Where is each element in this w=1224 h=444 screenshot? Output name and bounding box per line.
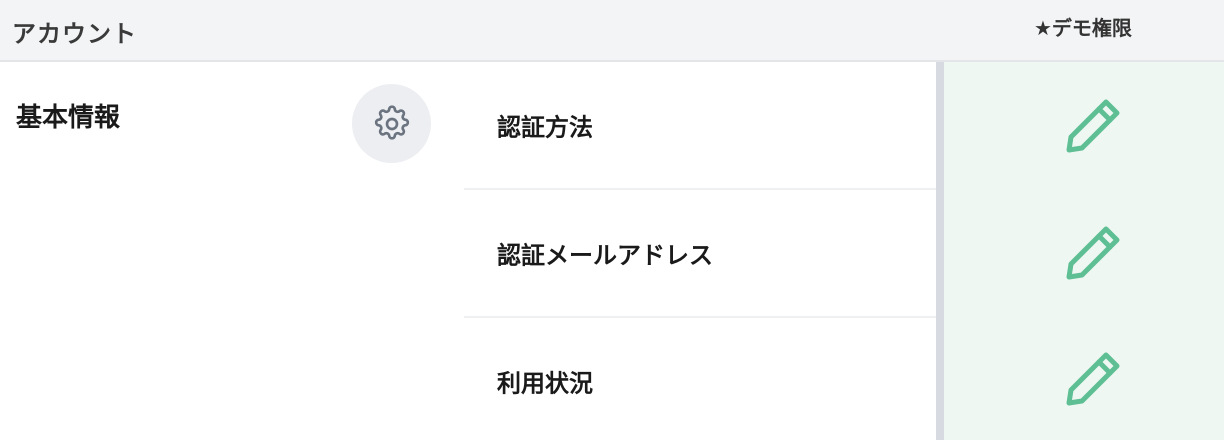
section-label: 基本情報	[16, 103, 121, 133]
page-header: アカウント ★デモ権限	[0, 0, 1224, 62]
permission-column-header: ★デモ権限	[1034, 16, 1132, 40]
column-divider	[936, 62, 944, 440]
list-item: 認証メールアドレス	[464, 190, 936, 316]
list-item: 利用状況	[464, 318, 936, 444]
edit-button[interactable]	[1060, 91, 1128, 159]
edit-button[interactable]	[1060, 218, 1128, 286]
pencil-icon	[1066, 99, 1120, 153]
row-label: 利用状況	[497, 369, 593, 398]
row-label: 認証メールアドレス	[497, 241, 713, 270]
list-item: 認証方法	[464, 62, 936, 188]
pencil-icon	[1066, 352, 1120, 406]
page-title: アカウント	[12, 20, 137, 48]
pencil-icon	[1066, 226, 1120, 280]
row-label: 認証方法	[497, 113, 593, 142]
settings-button[interactable]	[352, 84, 431, 163]
gear-icon	[374, 104, 409, 140]
edit-button[interactable]	[1060, 344, 1128, 412]
